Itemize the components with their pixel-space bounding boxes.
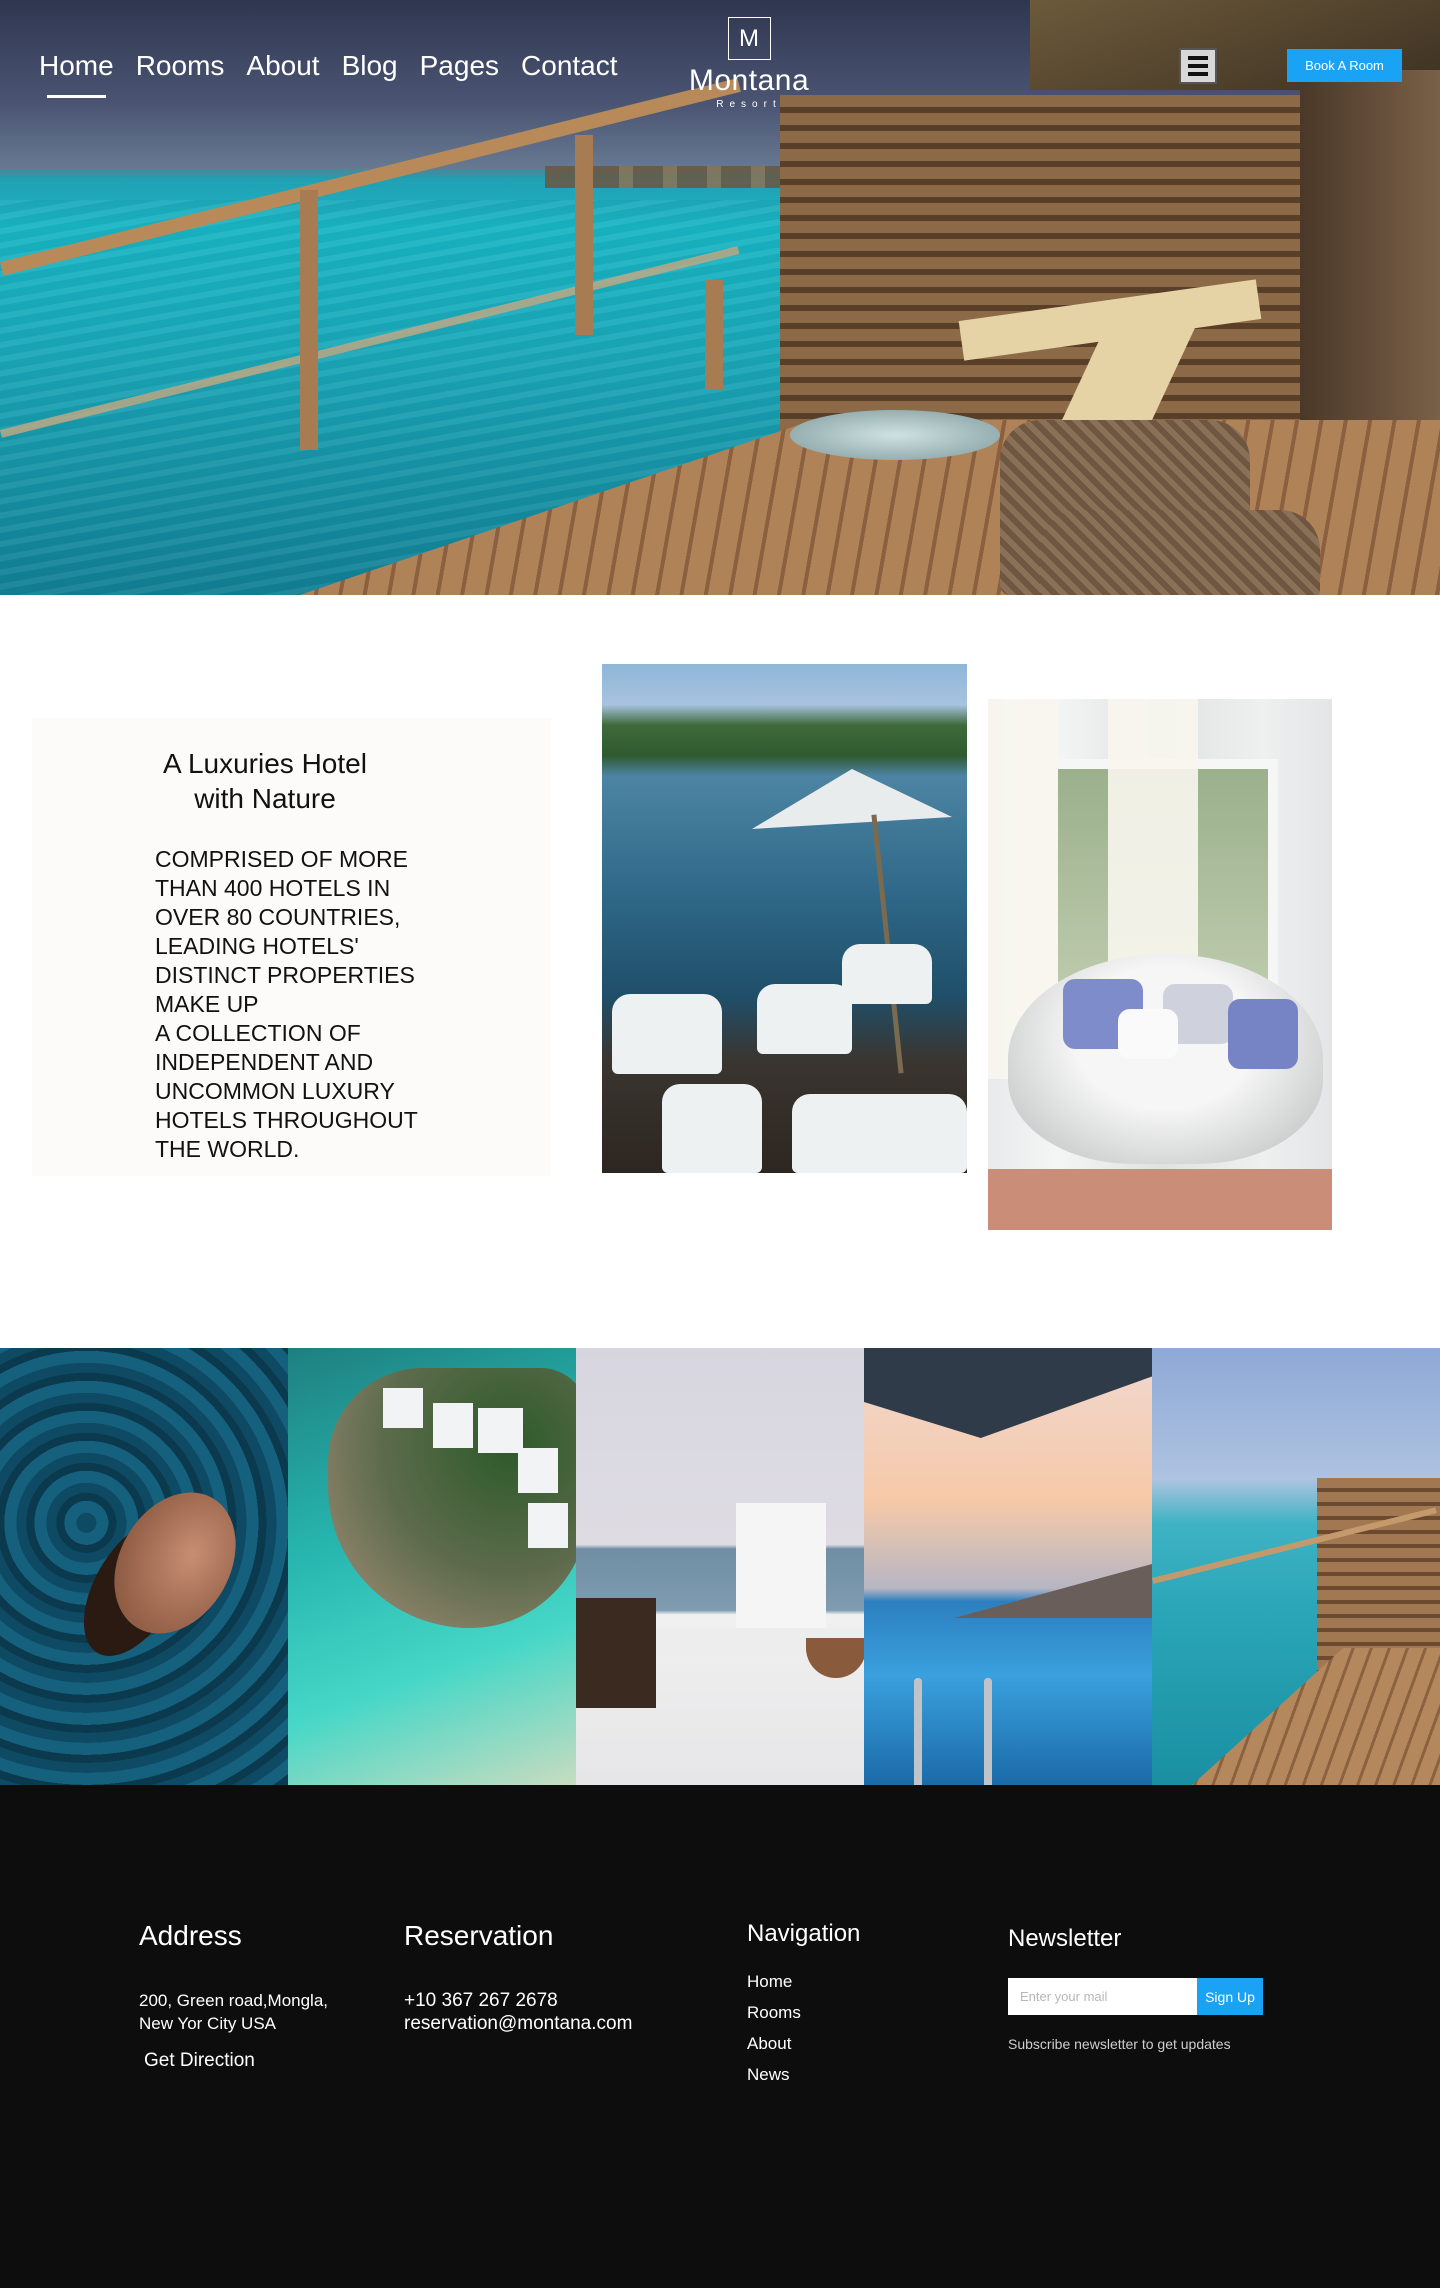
photo-gallery (0, 1348, 1440, 1785)
gallery-swimmer-photo[interactable] (0, 1348, 288, 1785)
book-room-button[interactable]: Book A Room (1287, 49, 1402, 82)
reservation-email[interactable]: reservation@montana.com (404, 2012, 632, 2035)
sign-up-button[interactable]: Sign Up (1197, 1978, 1263, 2015)
site-footer: Address 200, Green road,Mongla, New Yor … (0, 1785, 1440, 2288)
hero-table (790, 410, 1000, 460)
footer-reservation: Reservation +10 367 267 2678 reservation… (404, 1920, 632, 2035)
nav-item-about[interactable]: About (246, 50, 319, 82)
beach-cafe-photo (602, 664, 967, 1173)
nav-item-pages[interactable]: Pages (420, 50, 499, 82)
get-direction-link[interactable]: Get Direction (144, 2045, 328, 2076)
footer-newsletter: Newsletter (1008, 1925, 1121, 1953)
reservation-phone[interactable]: +10 367 267 2678 (404, 1989, 632, 2012)
address-line-2: New Yor City USA (139, 2014, 276, 2033)
main-nav: Home Rooms About Blog Pages Contact (39, 50, 618, 98)
hero-banner: Home Rooms About Blog Pages Contact M Montana… (0, 0, 1440, 595)
intro-title: A Luxuries Hotel with Nature (163, 748, 367, 814)
nav-item-blog[interactable]: Blog (342, 50, 398, 82)
nav-item-home[interactable]: Home (39, 50, 114, 98)
footer-nav-list: Home Rooms About News (747, 1966, 860, 2090)
reservation-heading: Reservation (404, 1920, 554, 1951)
footer-link-about[interactable]: About (747, 2028, 860, 2059)
umbrella (752, 769, 952, 829)
footer-link-home[interactable]: Home (747, 1966, 860, 1997)
logo-mark: M (727, 17, 771, 60)
gallery-deck-photo[interactable] (1152, 1348, 1440, 1785)
newsletter-heading: Newsletter (1008, 1925, 1122, 1952)
address-heading: Address (139, 1920, 242, 1951)
newsletter-email-input[interactable] (1008, 1978, 1197, 2015)
logo-subtitle: Resort (716, 99, 782, 110)
newsletter-note: Subscribe newsletter to get updates (1008, 2036, 1231, 2052)
footer-navigation: Navigation Home Rooms About News (747, 1920, 860, 2090)
site-logo[interactable]: M Montana Resort (686, 17, 812, 110)
intro-body: COMPRISED OF MORE THAN 400 HOTELS IN OVE… (155, 846, 418, 1162)
address-line-1: 200, Green road,Mongla, (139, 1991, 329, 2010)
navigation-heading: Navigation (747, 1920, 861, 1947)
daybed-room-photo (988, 699, 1332, 1230)
nav-item-contact[interactable]: Contact (521, 50, 618, 82)
gallery-infinity-pool-photo[interactable] (864, 1348, 1152, 1785)
gallery-island-photo[interactable] (288, 1348, 576, 1785)
footer-link-news[interactable]: News (747, 2059, 860, 2090)
footer-link-rooms[interactable]: Rooms (747, 1997, 860, 2028)
newsletter-form: Sign Up (1008, 1978, 1263, 2015)
hamburger-icon[interactable] (1179, 48, 1217, 84)
nav-item-rooms[interactable]: Rooms (136, 50, 225, 82)
gallery-terrace-photo[interactable] (576, 1348, 864, 1785)
footer-address: Address 200, Green road,Mongla, New Yor … (139, 1920, 328, 2076)
logo-name: Montana (688, 64, 810, 97)
